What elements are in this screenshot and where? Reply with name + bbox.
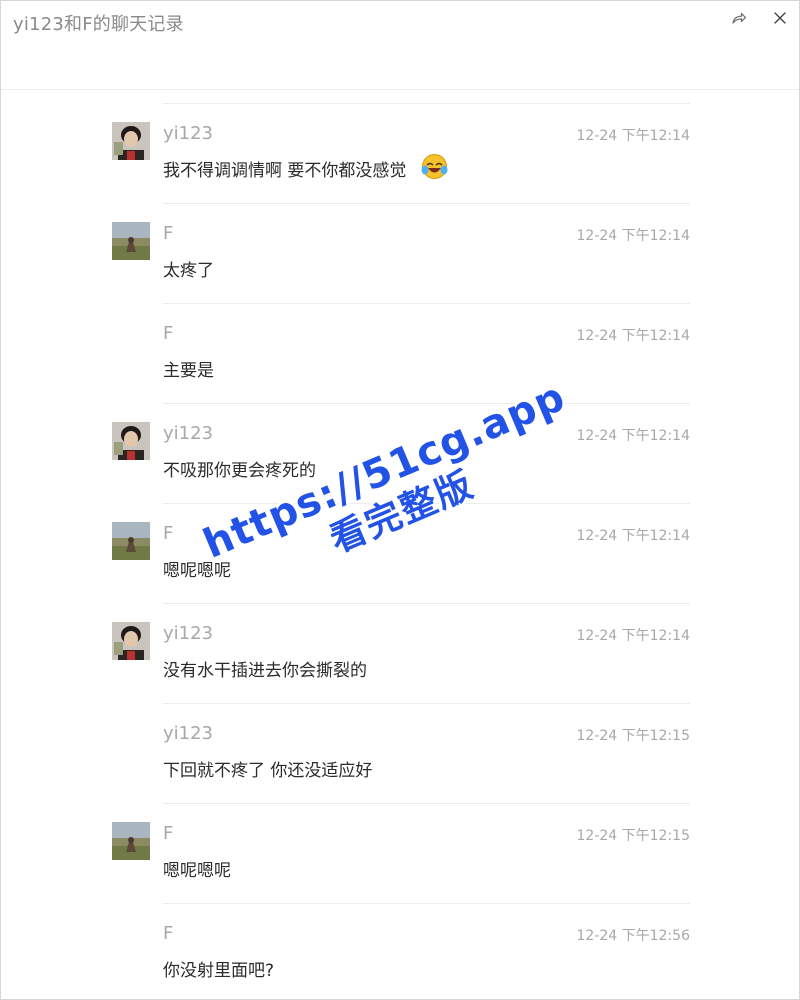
message-item: F 12-24 下午12:14 太疼了 [1, 204, 799, 304]
message-item: F 12-24 下午12:56 你没射里面吧? [1, 904, 799, 999]
message-time: 12-24 下午12:56 [576, 928, 690, 944]
share-button[interactable] [728, 7, 750, 29]
person-avatar-icon [112, 622, 150, 660]
message-text: 没有水干插进去你会撕裂的 [163, 661, 367, 681]
window-title: yi123和F的聊天记录 [13, 14, 184, 35]
sender-name: F [163, 923, 174, 944]
message-text: 你没射里面吧? [163, 961, 275, 981]
laughing-emoji-icon [421, 153, 448, 184]
message-item: F 12-24 下午12:14 主要是 [1, 304, 799, 404]
avatar-yi123[interactable] [112, 622, 150, 660]
avatar-yi123[interactable] [112, 422, 150, 460]
sender-name: yi123 [163, 723, 214, 744]
landscape-avatar-icon [112, 522, 150, 560]
person-avatar-icon [112, 422, 150, 460]
message-time: 12-24 下午12:14 [576, 328, 690, 344]
avatar-f[interactable] [112, 222, 150, 260]
sender-name: yi123 [163, 623, 214, 644]
message-time: 12-24 下午12:15 [576, 828, 690, 844]
landscape-avatar-icon [112, 822, 150, 860]
sender-name: F [163, 523, 174, 544]
person-avatar-icon [112, 122, 150, 160]
close-icon [774, 12, 786, 24]
message-time: 12-24 下午12:14 [576, 628, 690, 644]
chat-history-window: yi123和F的聊天记录 yi123 12-24 下午12:14 我不得调调情啊… [0, 0, 800, 1000]
avatar-yi123[interactable] [112, 122, 150, 160]
message-text: 我不得调调情啊 要不你都没感觉 [163, 161, 407, 181]
sender-name: F [163, 323, 174, 344]
message-item: F 12-24 下午12:14 嗯呢嗯呢 [1, 504, 799, 604]
message-item: yi123 12-24 下午12:14 我不得调调情啊 要不你都没感觉 [1, 104, 799, 204]
message-time: 12-24 下午12:15 [576, 728, 690, 744]
message-time: 12-24 下午12:14 [576, 128, 690, 144]
sender-name: F [163, 823, 174, 844]
sender-name: yi123 [163, 423, 214, 444]
sender-name: F [163, 223, 174, 244]
landscape-avatar-icon [112, 222, 150, 260]
message-text: 嗯呢嗯呢 [163, 861, 231, 881]
sender-name: yi123 [163, 123, 214, 144]
title-bar: yi123和F的聊天记录 [1, 1, 799, 90]
message-text: 主要是 [163, 361, 214, 381]
message-text: 太疼了 [163, 261, 214, 281]
message-text: 嗯呢嗯呢 [163, 561, 231, 581]
message-time: 12-24 下午12:14 [576, 228, 690, 244]
message-time: 12-24 下午12:14 [576, 428, 690, 444]
avatar-f[interactable] [112, 522, 150, 560]
close-button[interactable] [769, 7, 791, 29]
message-list[interactable]: yi123 12-24 下午12:14 我不得调调情啊 要不你都没感觉 F 12… [1, 90, 799, 999]
message-text: 下回就不疼了 你还没适应好 [163, 761, 373, 781]
avatar-f[interactable] [112, 822, 150, 860]
share-icon [732, 12, 747, 24]
message-item: yi123 12-24 下午12:14 没有水干插进去你会撕裂的 [1, 604, 799, 704]
message-item: F 12-24 下午12:15 嗯呢嗯呢 [1, 804, 799, 904]
message-item: yi123 12-24 下午12:15 下回就不疼了 你还没适应好 [1, 704, 799, 804]
message-item: yi123 12-24 下午12:14 不吸那你更会疼死的 [1, 404, 799, 504]
message-text: 不吸那你更会疼死的 [163, 461, 316, 481]
message-time: 12-24 下午12:14 [576, 528, 690, 544]
